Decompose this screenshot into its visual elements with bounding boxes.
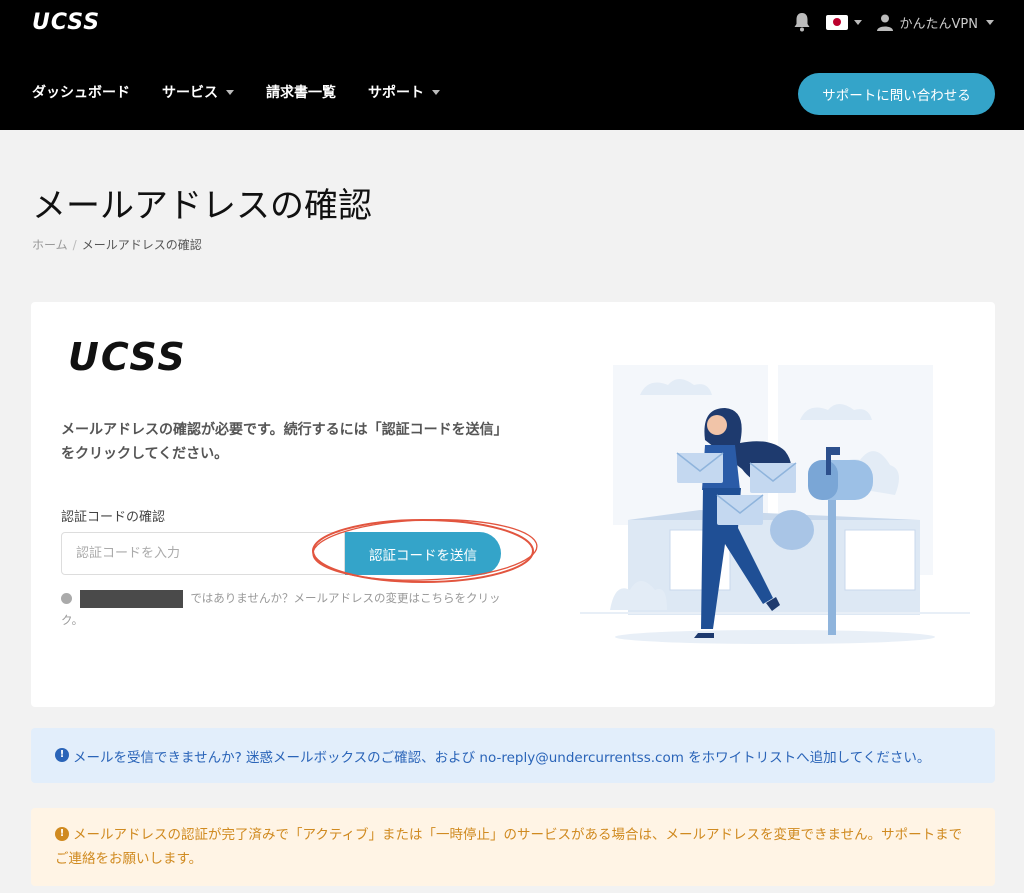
header-utilities: かんたんVPN: [792, 10, 994, 34]
main-nav: ダッシュボード サービス 請求書一覧 サポート: [32, 82, 440, 102]
user-menu[interactable]: かんたんVPN: [876, 13, 994, 32]
nav-label: ダッシュボード: [32, 85, 130, 101]
nav-dashboard[interactable]: ダッシュボード: [32, 82, 130, 102]
redacted-email: [79, 589, 183, 608]
nav-label: 請求書一覧: [266, 85, 336, 101]
nav-label: サポート: [368, 85, 424, 101]
warning-icon: !: [55, 827, 69, 841]
nav-label: サービス: [162, 85, 218, 101]
warning-alert-text: メールアドレスの認証が完了済みで「アクティブ」または「一時停止」のサービスがある…: [55, 827, 963, 867]
change-email-note: ではありませんか？メールアドレスの変更はこちらをクリック。: [61, 587, 506, 631]
contact-support-button[interactable]: サポートに問い合わせる: [798, 73, 995, 115]
info-circle-icon: [61, 593, 72, 604]
info-alert: ! メールを受信できませんか? 迷惑メールボックスのご確認、および no-rep…: [31, 728, 995, 783]
user-name: かんたんVPN: [899, 16, 978, 32]
chevron-down-icon: [853, 19, 862, 25]
verification-description: メールアドレスの確認が必要です。続行するには「認証コードを送信」をクリックしてく…: [61, 422, 501, 462]
warning-alert: ! メールアドレスの認証が完了済みで「アクティブ」または「一時停止」のサービスがあ…: [31, 808, 995, 886]
user-icon: [876, 14, 893, 31]
language-selector[interactable]: [825, 14, 862, 30]
info-alert-text: メールを受信できませんか? 迷惑メールボックスのご確認、および no-reply…: [73, 749, 931, 766]
code-field-label: 認証コードの確認: [61, 510, 166, 525]
verification-code-input[interactable]: [61, 532, 345, 575]
send-code-button[interactable]: 認証コードを送信: [345, 532, 501, 575]
nav-services[interactable]: サービス: [162, 82, 234, 102]
top-header: UCSS かんたんVPN ダッシュボード サービス 請求書一覧 サポート サポー…: [0, 0, 1024, 130]
breadcrumb: ホーム / メールアドレスの確認: [32, 236, 202, 253]
chevron-down-icon: [986, 19, 994, 25]
chevron-down-icon: [226, 89, 234, 95]
breadcrumb-home[interactable]: ホーム: [32, 238, 68, 252]
chevron-down-icon: [432, 89, 440, 95]
nav-support[interactable]: サポート: [368, 82, 440, 102]
breadcrumb-current: メールアドレスの確認: [81, 238, 202, 252]
page-title: メールアドレスの確認: [32, 186, 372, 226]
mail-illustration: [580, 365, 970, 644]
bell-icon[interactable]: [792, 11, 812, 33]
card-logo: UCSS: [68, 335, 187, 379]
info-icon: !: [55, 747, 69, 762]
japan-flag-icon: [825, 14, 848, 30]
breadcrumb-separator: /: [72, 238, 77, 252]
nav-invoices[interactable]: 請求書一覧: [266, 82, 336, 102]
brand-logo[interactable]: UCSS: [32, 10, 100, 35]
